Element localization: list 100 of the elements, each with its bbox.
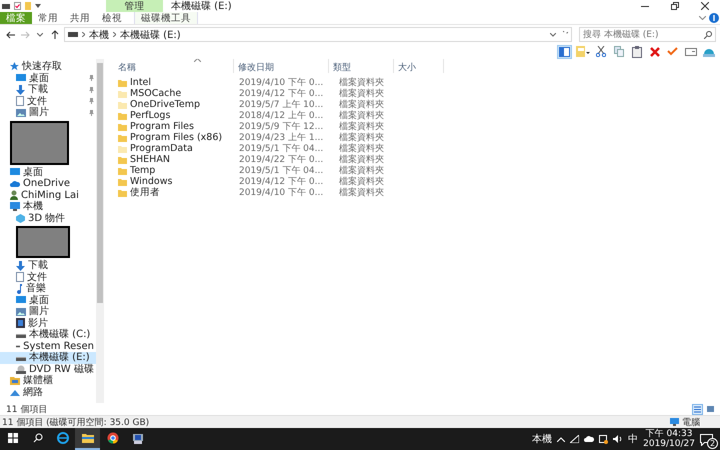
sidebar-item[interactable]: 本機 — [0, 201, 96, 212]
toolbar-label: 本機 — [532, 432, 552, 446]
paste-button[interactable] — [629, 44, 644, 58]
address-bar[interactable]: 本機 本機磁碟 (E:) — [64, 27, 572, 42]
sidebar-item[interactable]: 本機磁碟 (E:) — [0, 352, 96, 364]
file-name[interactable]: 使用者 — [114, 186, 234, 199]
caret-up-icon — [557, 436, 566, 442]
column-header[interactable]: 修改日期 — [234, 59, 329, 73]
sidebar-item[interactable]: 3D 物件 — [0, 212, 96, 224]
notification-count: 2 — [707, 438, 718, 449]
pin-icon — [89, 75, 94, 82]
status-location: 電腦 — [682, 416, 700, 428]
date-cell-text: 2018/4/12 上午 0... — [238, 110, 324, 122]
file-name[interactable]: ProgramData — [114, 143, 234, 154]
pin-icon — [89, 98, 94, 104]
picture-icon — [16, 308, 26, 316]
drive-icon — [16, 343, 20, 350]
ribbon-tab[interactable]: 檢視 — [96, 12, 128, 24]
item-count: 11 個項目 — [6, 404, 48, 416]
pin-icon — [89, 110, 94, 116]
scrollbar[interactable] — [96, 59, 104, 403]
ribbon-tab[interactable]: 共用 — [64, 12, 96, 24]
pin-icon — [89, 86, 94, 93]
file-name[interactable]: PerfLogs — [114, 110, 234, 121]
cut-button[interactable] — [593, 44, 608, 58]
column-header[interactable]: 大小 — [394, 59, 444, 73]
large-icons-view-button[interactable] — [705, 404, 716, 414]
browser-icon — [106, 432, 118, 444]
search-icon — [32, 433, 42, 443]
chevron-right-icon — [113, 32, 116, 37]
browser-icon — [56, 432, 68, 444]
file-name[interactable]: Windows — [114, 176, 234, 187]
sidebar-item[interactable]: 快速存取 — [0, 61, 96, 72]
close-icon — [701, 2, 709, 10]
sidebar-item[interactable]: 媒體櫃 — [0, 375, 96, 386]
file-name[interactable]: OneDriveTemp — [114, 99, 234, 110]
sidebar-item[interactable]: 圖片 — [0, 306, 96, 318]
folder-icon — [82, 433, 94, 443]
ribbon-tab[interactable]: 磁碟機工具 — [134, 12, 198, 24]
desktop-icon — [10, 168, 20, 176]
date-cell-text: 2019/4/12 下午 0... — [238, 88, 324, 100]
sidebar-item[interactable]: 本機磁碟 (C:) — [0, 329, 96, 340]
file-name[interactable]: Intel — [114, 77, 234, 88]
cloud-icon — [584, 436, 594, 442]
sidebar-item[interactable]: 網路 — [0, 386, 96, 398]
notification-button[interactable]: 2 — [700, 431, 716, 447]
sidebar-item[interactable]: 桌面 — [0, 294, 96, 306]
taskbar-button[interactable] — [75, 428, 100, 450]
details-view-button[interactable] — [692, 404, 703, 414]
clock-date: 2019/10/27 — [643, 439, 695, 449]
sidebar-item[interactable]: ChiMing Lai — [0, 190, 96, 201]
breadcrumb[interactable]: 本機磁碟 (E:) — [120, 28, 181, 42]
up-button[interactable] — [49, 28, 61, 40]
sidebar-item[interactable]: 桌面 — [0, 166, 96, 178]
help-button[interactable] — [708, 12, 720, 24]
user-icon — [10, 190, 18, 200]
sidebar-item[interactable]: OneDrive — [0, 178, 96, 190]
date-cell-text: 2019/4/22 下午 0... — [238, 154, 324, 166]
sidebar-item[interactable]: DVD RW 磁碟 — [0, 364, 96, 375]
document-icon — [16, 272, 24, 282]
drive-icon — [2, 4, 10, 8]
type-cell-text: 檔案資料夾 — [338, 109, 385, 121]
sidebar-item[interactable]: 影片 — [0, 318, 96, 329]
sidebar-item[interactable]: 圖片 — [0, 107, 96, 118]
file-name[interactable]: MSOCache — [114, 88, 234, 99]
sidebar-item[interactable]: 下載 — [0, 260, 96, 272]
sidebar-item[interactable]: 文件 — [0, 272, 96, 283]
sidebar-item[interactable]: 桌面 — [0, 72, 96, 84]
delete-button[interactable] — [647, 44, 662, 58]
sidebar-item[interactable]: 文件 — [0, 96, 96, 107]
back-button[interactable] — [4, 28, 16, 40]
column-header[interactable]: 名稱 — [114, 59, 234, 73]
type-cell-text: 檔案資料夾 — [338, 186, 385, 199]
type-cell-text: 檔案資料夾 — [338, 98, 385, 110]
sidebar-item[interactable]: 下載 — [0, 84, 96, 96]
disc-drive-icon — [16, 364, 26, 374]
monitor-icon — [132, 432, 144, 444]
security-icon — [599, 434, 608, 444]
library-icon — [10, 376, 20, 386]
restore-icon — [671, 2, 679, 10]
file-name[interactable]: Temp — [114, 165, 234, 176]
download-icon — [16, 260, 25, 271]
column-header[interactable]: 類型 — [329, 59, 394, 73]
date-cell-text: 2019/4/10 下午 0... — [238, 186, 324, 199]
cloud-icon — [10, 180, 20, 188]
context-group-label: 管理 — [106, 0, 163, 12]
sidebar-item[interactable]: 音樂 — [0, 283, 96, 294]
date-cell-text: 2019/4/12 下午 0... — [238, 176, 324, 188]
search-field[interactable]: 搜尋 本機磁碟 (E:) — [579, 27, 716, 42]
file-name[interactable]: Program Files (x86) — [114, 132, 234, 143]
layout-pane-button[interactable] — [557, 44, 572, 58]
file-name[interactable]: SHEHAN — [114, 154, 234, 165]
breadcrumb[interactable]: 本機 — [89, 28, 109, 42]
desktop-icon — [16, 74, 26, 82]
file-name[interactable]: Program Files — [114, 121, 234, 132]
sidebar-item[interactable]: System Resen — [0, 340, 96, 352]
ribbon-tab[interactable]: 常用 — [32, 12, 64, 24]
desktop-icon — [16, 296, 26, 304]
date-cell-text: 2019/5/9 下午 12... — [238, 120, 324, 132]
input-method-indicator[interactable]: 中 — [628, 432, 638, 446]
